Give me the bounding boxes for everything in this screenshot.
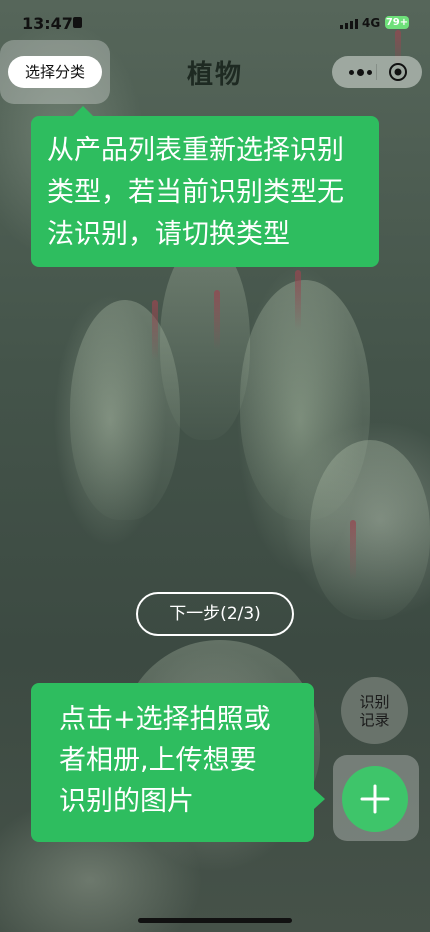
status-time: 13:47 [22,14,73,33]
battery-icon: 79+ [385,16,409,29]
tooltip-line: 类型，若当前识别类型无 [47,177,344,208]
tooltip-line: 从产品列表重新选择识别 [47,135,344,166]
history-label-line2: 记录 [359,710,390,729]
history-label-line1: 识别 [359,692,390,711]
mini-program-capsule [332,56,422,88]
recognition-history-button[interactable]: 识别 记录 [341,677,408,744]
signal-icon [340,19,358,29]
more-icon[interactable] [344,56,376,88]
close-target-icon[interactable] [388,62,408,82]
guide-tooltip-category: 从产品列表重新选择识别 类型，若当前识别类型无 法识别，请切换类型 [31,106,379,267]
plus-icon [360,784,390,814]
tooltip-line: 者相册,上传想要 [59,745,257,776]
tooltip-line: 识别的图片 [59,786,194,817]
guide-tooltip-upload: 点击+选择拍照或 者相册,上传想要 识别的图片 [31,683,325,842]
next-step-button[interactable]: 下一步(2/3) [136,592,294,636]
select-category-button[interactable]: 选择分类 [8,56,102,88]
network-type: 4G [362,16,381,30]
lock-icon [73,17,82,28]
tooltip-line: 法识别，请切换类型 [47,219,290,250]
add-image-button[interactable] [342,766,408,832]
tooltip-line: 点击+选择拍照或 [59,704,271,735]
home-indicator [138,918,292,923]
status-bar: 13:47 4G 79+ [0,0,430,44]
